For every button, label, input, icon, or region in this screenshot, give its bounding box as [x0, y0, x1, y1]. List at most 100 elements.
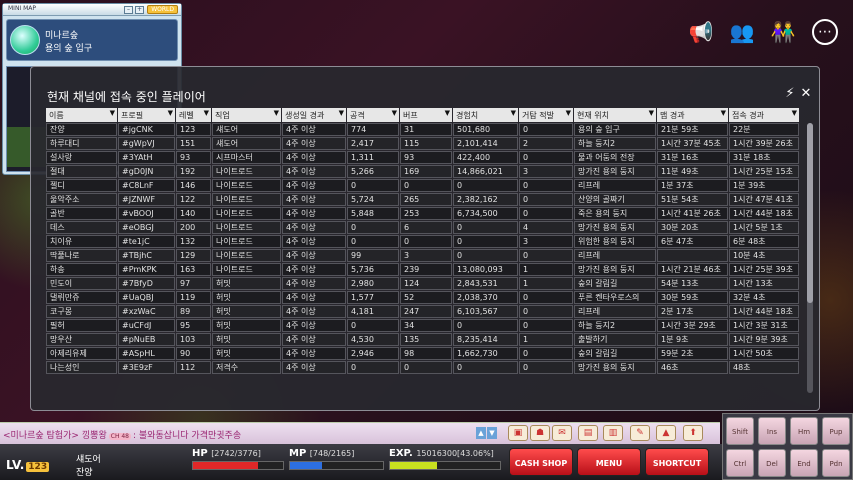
- column-header[interactable]: 맵 경과 ▼: [657, 108, 728, 122]
- table-cell: 30분 20초: [657, 221, 728, 234]
- scrollbar[interactable]: [807, 123, 813, 393]
- megaphone-icon[interactable]: 📢: [688, 19, 714, 45]
- sort-dropdown-icon[interactable]: ▼: [274, 109, 279, 117]
- table-row[interactable]: 데스 #eOBGJ 200 나이트로드 4주 이상 0 6 0 4 망가진 용의 둥지 30분 20…: [46, 221, 799, 234]
- table-row[interactable]: 코구몽 #xzWaC 89 허밋 4주 이상 4,181 247 6,103,567 0 리프레 2…: [46, 305, 799, 318]
- skill-slot[interactable]: Del: [758, 449, 786, 477]
- inventory-icon[interactable]: ▤: [578, 425, 598, 441]
- table-cell: 허밋: [212, 305, 281, 318]
- table-cell: #PmKPK: [118, 263, 175, 276]
- skill-slot[interactable]: Pdn: [822, 449, 850, 477]
- table-row[interactable]: 댈뤼만쥬 #UaQBJ 119 허밋 4주 이상 1,577 52 2,038,370 0 푸른 …: [46, 291, 799, 304]
- sort-dropdown-icon[interactable]: ▼: [168, 109, 173, 117]
- window-title: 현재 채널에 접속 중인 플레이어: [47, 90, 206, 104]
- sort-dropdown-icon[interactable]: ▼: [392, 109, 397, 117]
- table-row[interactable]: 잔양 #jgCNK 123 섀도어 4주 이상 774 31 501,680 0 용의 숲 입구 2…: [46, 123, 799, 136]
- column-header[interactable]: 프로필 ▼: [118, 108, 175, 122]
- table-body: 잔양 #jgCNK 123 섀도어 4주 이상 774 31 501,680 0 용의 숲 입구 2…: [46, 123, 799, 374]
- table-row[interactable]: 하루대디 #gWpVJ 151 섀도어 4주 이상 2,417 115 2,101,414 2 하…: [46, 137, 799, 150]
- column-header[interactable]: 현재 위치 ▼: [574, 108, 656, 122]
- chat-up-icon[interactable]: ▲: [476, 427, 486, 439]
- table-row[interactable]: 아제리유제 #ASpHL 90 허밋 4주 이상 2,946 98 1,662,730 0 숲의 …: [46, 347, 799, 360]
- table-cell: 247: [400, 305, 452, 318]
- table-row[interactable]: 망우산 #pNuEB 103 허밋 4주 이상 4,530 135 8,235,414 1 출발하…: [46, 333, 799, 346]
- sort-dropdown-icon[interactable]: ▼: [566, 109, 571, 117]
- table-cell: #uCFdJ: [118, 319, 175, 332]
- chat-bar[interactable]: <미나르숲 탐험가> 낑뽕왕 CH 48: 불와동삽니다 가격만귓주송 ▲ ▼ ▣ ☗…: [0, 422, 720, 444]
- sort-dropdown-icon[interactable]: ▼: [110, 109, 115, 117]
- skill-slot[interactable]: End: [790, 449, 818, 477]
- column-header[interactable]: 접속 경과 ▼: [729, 108, 799, 122]
- table-row[interactable]: 절대 #gD0JN 192 나이트로드 4주 이상 5,266 169 14,866,021 3…: [46, 165, 799, 178]
- scrollbar-thumb[interactable]: [807, 123, 813, 303]
- more-icon[interactable]: ⋯: [812, 19, 838, 45]
- mp-gauge: [289, 461, 384, 470]
- skill-slot[interactable]: Shift: [726, 417, 754, 445]
- shortcut-button[interactable]: SHORTCUT: [645, 448, 709, 476]
- sort-dropdown-icon[interactable]: ▼: [445, 109, 450, 117]
- table-row[interactable]: 설사랑 #3YAtH 93 시프마스터 4주 이상 1,311 93 422,400 0 물과 어…: [46, 151, 799, 164]
- skill-slot[interactable]: Ins: [758, 417, 786, 445]
- table-row[interactable]: 치이유 #te1jC 132 나이트로드 4주 이상 0 0 0 3 위험한 용의 둥지 6분 47…: [46, 235, 799, 248]
- friends-icon[interactable]: 👫: [770, 19, 796, 45]
- chat-scroll[interactable]: ▲ ▼: [476, 427, 500, 441]
- column-header[interactable]: 경험치 ▼: [453, 108, 518, 122]
- table-cell: 103: [176, 333, 211, 346]
- table-row[interactable]: 필허 #uCFdJ 95 허밋 4주 이상 0 34 0 0 하늘 둥지2 1시간 3분 29초 1시…: [46, 319, 799, 332]
- table-cell: #pNuEB: [118, 333, 175, 346]
- sort-dropdown-icon[interactable]: ▼: [204, 109, 209, 117]
- world-button[interactable]: WORLD: [147, 5, 178, 14]
- chat-sender[interactable]: 낑뽕왕: [82, 431, 107, 441]
- table-cell: 151: [176, 137, 211, 150]
- quest-icon[interactable]: ✉: [552, 425, 572, 441]
- exit-icon[interactable]: ⬆: [683, 425, 703, 441]
- column-header[interactable]: 버프 ▼: [400, 108, 452, 122]
- menu-button[interactable]: MENU: [577, 448, 641, 476]
- stats-icon[interactable]: ▥: [603, 425, 623, 441]
- close-icon[interactable]: ✕: [799, 86, 813, 101]
- skill-slot[interactable]: Ctrl: [726, 449, 754, 477]
- table-row[interactable]: 골반 #vBOOJ 140 나이트로드 4주 이상 5,848 253 6,734,500 0 죽…: [46, 207, 799, 220]
- table-cell: 0: [519, 319, 573, 332]
- report-icon[interactable]: ▲: [656, 425, 676, 441]
- table-cell: 허밋: [212, 291, 281, 304]
- table-cell: 4주 이상: [282, 151, 346, 164]
- table-cell: #gWpVJ: [118, 137, 175, 150]
- column-header[interactable]: 거탐 적발 ▼: [519, 108, 573, 122]
- table-row[interactable]: 하송 #PmKPK 163 나이트로드 4주 이상 5,736 239 13,080,093 1…: [46, 263, 799, 276]
- cash-shop-button[interactable]: CASH SHOP: [509, 448, 573, 476]
- group-icon[interactable]: 👥: [729, 19, 755, 45]
- table-row[interactable]: 민도이 #7BfyD 97 허밋 4주 이상 2,980 124 2,843,531 1 숲의 갈…: [46, 277, 799, 290]
- community-icon[interactable]: ☗: [530, 425, 550, 441]
- skill-slot[interactable]: Pup: [822, 417, 850, 445]
- sort-dropdown-icon[interactable]: ▼: [721, 109, 726, 117]
- sort-dropdown-icon[interactable]: ▼: [339, 109, 344, 117]
- lightning-icon[interactable]: ⚡: [783, 86, 797, 101]
- sort-dropdown-icon[interactable]: ▼: [649, 109, 654, 117]
- table-row[interactable]: 젤디 #C8LnF 146 나이트로드 4주 이상 0 0 0 0 리프레 1분 37초 1분 39초: [46, 179, 799, 192]
- event-icon[interactable]: ▣: [508, 425, 528, 441]
- table-cell: 설사랑: [46, 151, 117, 164]
- chat-down-icon[interactable]: ▼: [487, 427, 497, 439]
- column-header[interactable]: 공격 ▼: [347, 108, 399, 122]
- table-row[interactable]: 딱풀나로 #TBjhC 129 나이트로드 4주 이상 99 3 0 0 리프레 10분 4초: [46, 249, 799, 262]
- minimap-header[interactable]: MINI MAP – + WORLD: [3, 4, 181, 16]
- column-header[interactable]: 이름 ▼: [46, 108, 117, 122]
- table-cell: 501,680: [453, 123, 518, 136]
- settings-icon[interactable]: ✎: [630, 425, 650, 441]
- column-header[interactable]: 직업 ▼: [212, 108, 281, 122]
- table-row[interactable]: 울악주소 #JZNWF 122 나이트로드 4주 이상 5,724 265 2,382,162…: [46, 193, 799, 206]
- table-row[interactable]: 나는성인 #3E9zF 112 저격수 4주 이상 0 0 0 0 망가진 용의 둥지 46초 48초: [46, 361, 799, 374]
- sort-dropdown-icon[interactable]: ▼: [511, 109, 516, 117]
- table-cell: 리프레: [574, 179, 656, 192]
- column-header[interactable]: 생성일 경과 ▼: [282, 108, 346, 122]
- hp-label: HP [2742/3776]: [192, 448, 261, 459]
- expand-icon[interactable]: +: [135, 6, 144, 14]
- skill-slot[interactable]: Hm: [790, 417, 818, 445]
- column-header[interactable]: 레벨 ▼: [176, 108, 211, 122]
- table-cell: #jgCNK: [118, 123, 175, 136]
- table-cell: #eOBGJ: [118, 221, 175, 234]
- table-cell: 2,038,370: [453, 291, 518, 304]
- sort-dropdown-icon[interactable]: ▼: [792, 109, 797, 117]
- minimize-icon[interactable]: –: [124, 6, 133, 14]
